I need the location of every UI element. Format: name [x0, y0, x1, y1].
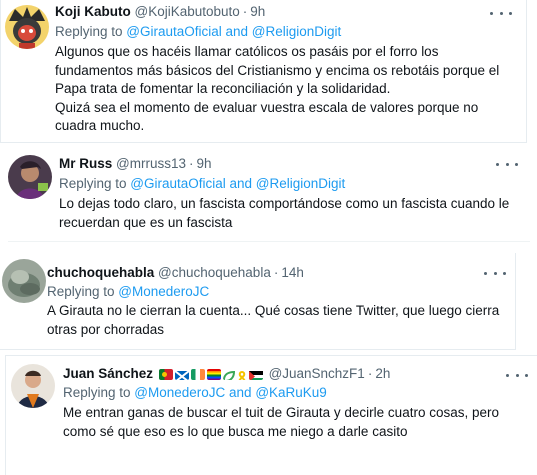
- avatar-image: [5, 5, 49, 49]
- user-handle[interactable]: @KojiKabutobuto: [135, 4, 240, 19]
- display-name[interactable]: Koji Kabuto: [55, 4, 131, 19]
- avatar[interactable]: [2, 259, 46, 303]
- tweet-text: A Girauta no le cierran la cuenta... Qué…: [47, 303, 500, 337]
- tweet-header: chuchoquehabla @chuchoquehabla · 14h: [47, 264, 304, 282]
- timestamp[interactable]: 9h: [250, 4, 265, 19]
- more-options-icon[interactable]: [496, 157, 518, 171]
- avatar[interactable]: [8, 155, 52, 199]
- tweet-header: Mr Russ @mrruss13 · 9h: [59, 155, 212, 173]
- replying-to-prefix: Replying to: [59, 176, 131, 191]
- timestamp[interactable]: 9h: [197, 156, 212, 171]
- replying-to-link[interactable]: @MonederoJC: [118, 284, 209, 299]
- more-options-icon[interactable]: [506, 368, 528, 382]
- replying-to-prefix: Replying to: [63, 385, 135, 400]
- replying-to-link[interactable]: @MonederoJC and @KaRuKu9: [134, 385, 327, 400]
- replying-to-prefix: Replying to: [55, 24, 127, 39]
- rainbow-flag-icon: [206, 369, 221, 380]
- timestamp[interactable]: 14h: [281, 265, 304, 280]
- avatar[interactable]: [11, 364, 55, 408]
- tweet-header: Koji Kabuto @KojiKabutobuto · 9h: [55, 3, 265, 21]
- replying-to-link[interactable]: @GirautaOficial and @ReligionDigit: [130, 176, 345, 191]
- more-options-icon[interactable]: [484, 266, 506, 280]
- eco-symbol-icon: [222, 369, 235, 380]
- replying-to: Replying to @GirautaOficial and @Religio…: [59, 175, 345, 193]
- scotland-flag-icon: [174, 369, 189, 380]
- name-emojis: [158, 369, 263, 380]
- avatar-image: [2, 259, 46, 303]
- tweet-card[interactable]: Juan Sánchez @JuanSnchzF1 · 2h Replying to…: [5, 355, 537, 475]
- tweet-card[interactable]: chuchoquehabla @chuchoquehabla · 14h Reply…: [0, 253, 516, 350]
- display-name[interactable]: chuchoquehabla: [47, 265, 154, 280]
- separator-dot: ·: [273, 265, 279, 280]
- tweet-card[interactable]: Mr Russ @mrruss13 · 9h Replying to @Giraut…: [8, 143, 530, 242]
- replying-to-link[interactable]: @GirautaOficial and @ReligionDigit: [126, 24, 341, 39]
- palestine-flag-icon: [248, 369, 263, 380]
- tweet-card[interactable]: Koji Kabuto @KojiKabutobuto · 9h Replying …: [0, 0, 527, 143]
- display-name[interactable]: Mr Russ: [59, 156, 112, 171]
- separator-dot: ·: [367, 366, 373, 381]
- tweet-header: Juan Sánchez @JuanSnchzF1 · 2h: [63, 365, 390, 383]
- user-handle[interactable]: @chuchoquehabla: [158, 265, 271, 280]
- yellow-ribbon-icon: [237, 369, 247, 380]
- portugal-flag-icon: [158, 369, 173, 380]
- replying-to-prefix: Replying to: [47, 284, 119, 299]
- replying-to: Replying to @MonederoJC and @KaRuKu9: [63, 384, 327, 402]
- timestamp[interactable]: 2h: [375, 366, 390, 381]
- avatar[interactable]: [5, 5, 49, 49]
- replying-to: Replying to @GirautaOficial and @Religio…: [55, 23, 341, 41]
- user-handle[interactable]: @JuanSnchzF1: [269, 366, 365, 381]
- tweet-text: Lo dejas todo claro, un fascista comport…: [59, 196, 510, 230]
- more-options-icon[interactable]: [490, 6, 512, 20]
- avatar-image: [11, 364, 55, 408]
- separator-dot: ·: [242, 4, 248, 19]
- user-handle[interactable]: @mrruss13: [116, 156, 186, 171]
- display-name[interactable]: Juan Sánchez: [63, 366, 153, 381]
- avatar-image: [8, 155, 52, 199]
- tweet-text: Algunos que os hacéis llamar católicos o…: [55, 44, 500, 133]
- ireland-flag-icon: [190, 369, 205, 380]
- replying-to: Replying to @MonederoJC: [47, 283, 209, 301]
- tweet-text: Me entran ganas de buscar el tuit de Gir…: [63, 405, 499, 439]
- separator-dot: ·: [189, 156, 194, 171]
